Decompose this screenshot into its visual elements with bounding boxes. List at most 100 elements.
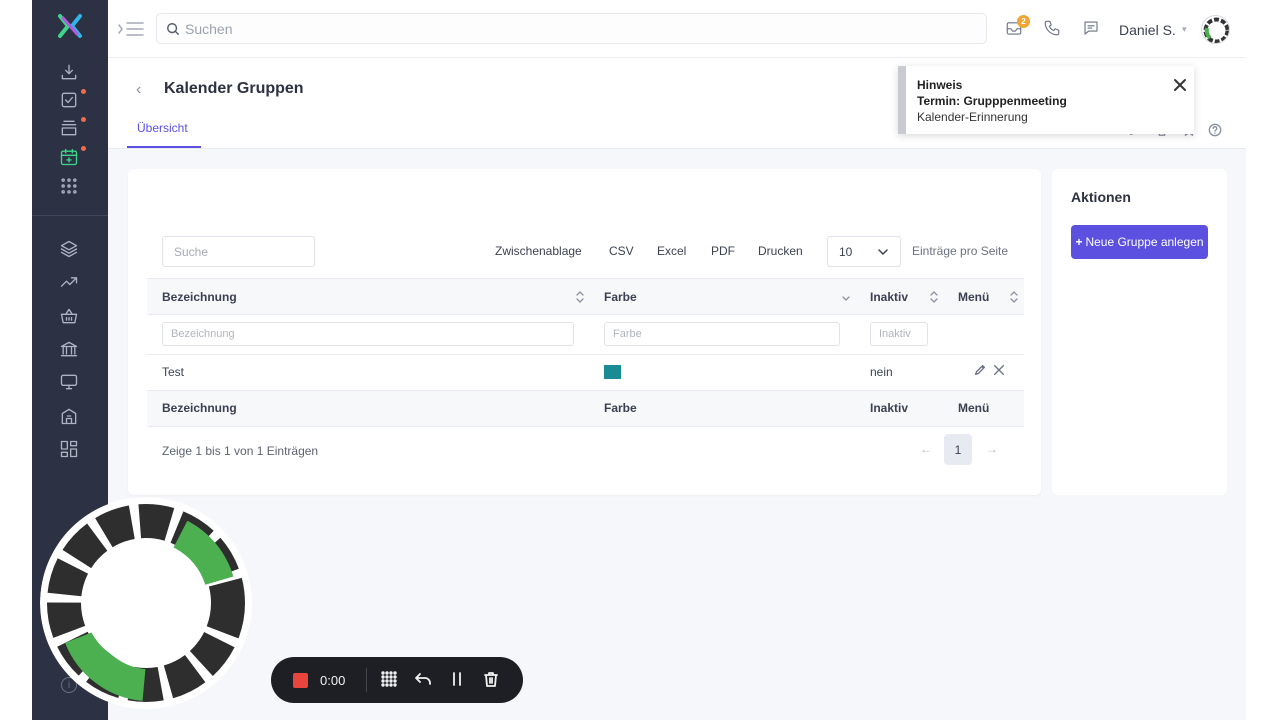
screen-frame-left xyxy=(0,0,32,720)
webcam-overlay[interactable] xyxy=(40,497,252,709)
print-button[interactable]: Drucken xyxy=(758,244,803,258)
export-csv-button[interactable]: CSV xyxy=(609,244,634,258)
sidebar-item-devices[interactable] xyxy=(58,371,80,393)
per-page-select[interactable]: 10 xyxy=(827,236,901,267)
chevron-down-icon xyxy=(878,249,888,256)
color-swatch xyxy=(604,365,621,379)
sidebar-item-inbox[interactable] xyxy=(58,117,86,139)
reminder-toast: Hinweis Termin: Grupppenmeeting Kalender… xyxy=(898,66,1194,134)
stop-recording-button[interactable] xyxy=(293,673,308,688)
sort-icon[interactable] xyxy=(1009,290,1019,304)
trash-icon xyxy=(484,672,498,687)
pencil-icon xyxy=(974,364,986,376)
recording-timer: 0:00 xyxy=(320,673,346,688)
help-button[interactable] xyxy=(1208,123,1224,139)
export-pdf-button[interactable]: PDF xyxy=(711,244,735,258)
per-page-value: 10 xyxy=(839,245,853,259)
discard-recording-button[interactable] xyxy=(482,670,502,690)
pagination-page-1[interactable]: 1 xyxy=(944,434,972,465)
column-header-farbe[interactable]: Farbe xyxy=(604,290,637,304)
mailbox-button[interactable]: 2 xyxy=(1005,15,1030,39)
new-group-label: Neue Gruppe anlegen xyxy=(1085,235,1204,249)
row-divider xyxy=(147,354,1024,355)
chat-icon xyxy=(1084,21,1098,35)
close-icon xyxy=(993,364,1005,376)
toast-body: Kalender-Erinnerung xyxy=(917,110,1028,124)
sort-icon[interactable] xyxy=(575,290,585,304)
sidebar-item-finance[interactable] xyxy=(58,338,80,360)
page-title: Kalender Gruppen xyxy=(164,80,304,97)
column-header-bezeichnung[interactable]: Bezeichnung xyxy=(162,290,237,304)
sidebar-item-calendar[interactable] xyxy=(58,146,86,168)
cell-inaktiv: nein xyxy=(870,365,893,379)
sidebar-item-organization[interactable] xyxy=(58,405,80,427)
dot-grid-icon xyxy=(381,671,397,687)
menu-toggle-icon[interactable] xyxy=(117,19,145,39)
app-logo-icon[interactable] xyxy=(55,12,85,42)
sidebar-item-downloads[interactable] xyxy=(58,61,80,83)
plus-icon: + xyxy=(1075,235,1083,249)
sort-descending-icon[interactable] xyxy=(841,290,851,304)
column-header-inaktiv[interactable]: Inaktiv xyxy=(870,290,908,304)
footer-header-inaktiv: Inaktiv xyxy=(870,401,909,415)
column-header-menu: Menü xyxy=(958,290,990,304)
main-content: ‹ Kalender Gruppen Übersicht Zwischenabl… xyxy=(108,58,1246,720)
sidebar-item-dashboard[interactable] xyxy=(58,438,80,460)
screen-recorder-bar: 0:00 xyxy=(271,657,523,703)
recorder-divider xyxy=(366,668,367,692)
table-search-input[interactable] xyxy=(162,236,315,267)
export-excel-button[interactable]: Excel xyxy=(657,244,686,258)
pagination-next-button[interactable]: → xyxy=(986,442,998,456)
layers-icon xyxy=(60,240,78,258)
notification-badge: 2 xyxy=(1017,15,1030,28)
back-arrow-icon[interactable]: ‹ xyxy=(136,81,141,99)
notification-dot xyxy=(81,117,86,122)
pagination-prev-button[interactable]: ← xyxy=(920,442,932,456)
screen-frame-right xyxy=(1246,0,1280,720)
new-group-button[interactable]: + Neue Gruppe anlegen xyxy=(1071,225,1208,259)
delete-row-button[interactable] xyxy=(992,363,1008,379)
recorder-grid-button[interactable] xyxy=(380,670,400,690)
monitor-icon xyxy=(60,374,78,390)
phone-button[interactable] xyxy=(1043,19,1063,39)
bank-icon xyxy=(60,341,78,357)
sidebar-item-apps[interactable] xyxy=(58,175,80,197)
phone-icon xyxy=(1044,20,1060,36)
apps-grid-icon xyxy=(61,178,77,194)
avatar[interactable] xyxy=(1201,15,1230,44)
export-clipboard-button[interactable]: Zwischenablage xyxy=(495,244,582,258)
footer-header-menu: Menü xyxy=(958,401,990,415)
sidebar-item-statistics[interactable] xyxy=(58,271,80,293)
sidebar-item-shop[interactable] xyxy=(58,305,80,327)
sort-icon[interactable] xyxy=(929,290,939,304)
building-lock-icon xyxy=(61,408,77,425)
toast-subject: Termin: Grupppenmeeting xyxy=(917,94,1067,108)
tab-overview[interactable]: Übersicht xyxy=(127,116,201,148)
filter-bezeichnung-input[interactable] xyxy=(162,322,574,346)
download-icon xyxy=(61,64,77,80)
user-menu-name[interactable]: Daniel S. xyxy=(1119,22,1176,38)
cell-bezeichnung: Test xyxy=(162,365,185,379)
tab-overview-label: Übersicht xyxy=(137,121,188,135)
edit-row-button[interactable] xyxy=(973,363,989,379)
filter-farbe-input[interactable] xyxy=(604,322,840,346)
toast-title: Hinweis xyxy=(917,78,963,92)
undo-icon xyxy=(415,673,431,685)
inbox-stack-icon xyxy=(61,120,77,136)
chevron-down-icon[interactable]: ▾ xyxy=(1182,24,1187,35)
chat-button[interactable] xyxy=(1082,19,1102,39)
footer-header-farbe: Farbe xyxy=(604,401,637,415)
undo-button[interactable] xyxy=(414,670,434,690)
filter-inaktiv-input[interactable] xyxy=(870,322,928,346)
sidebar-item-tasks[interactable] xyxy=(58,89,86,111)
global-search-input[interactable] xyxy=(185,18,975,40)
help-icon xyxy=(1208,123,1222,137)
trending-up-icon xyxy=(60,277,78,287)
per-page-label: Einträge pro Seite xyxy=(912,244,1009,258)
pause-recording-button[interactable] xyxy=(448,670,468,690)
row-divider xyxy=(147,314,1024,315)
close-icon[interactable] xyxy=(1173,78,1187,92)
calendar-add-icon xyxy=(60,148,78,166)
sidebar-item-layers[interactable] xyxy=(58,238,80,260)
top-bar: 2 Daniel S. ▾ xyxy=(108,0,1246,58)
